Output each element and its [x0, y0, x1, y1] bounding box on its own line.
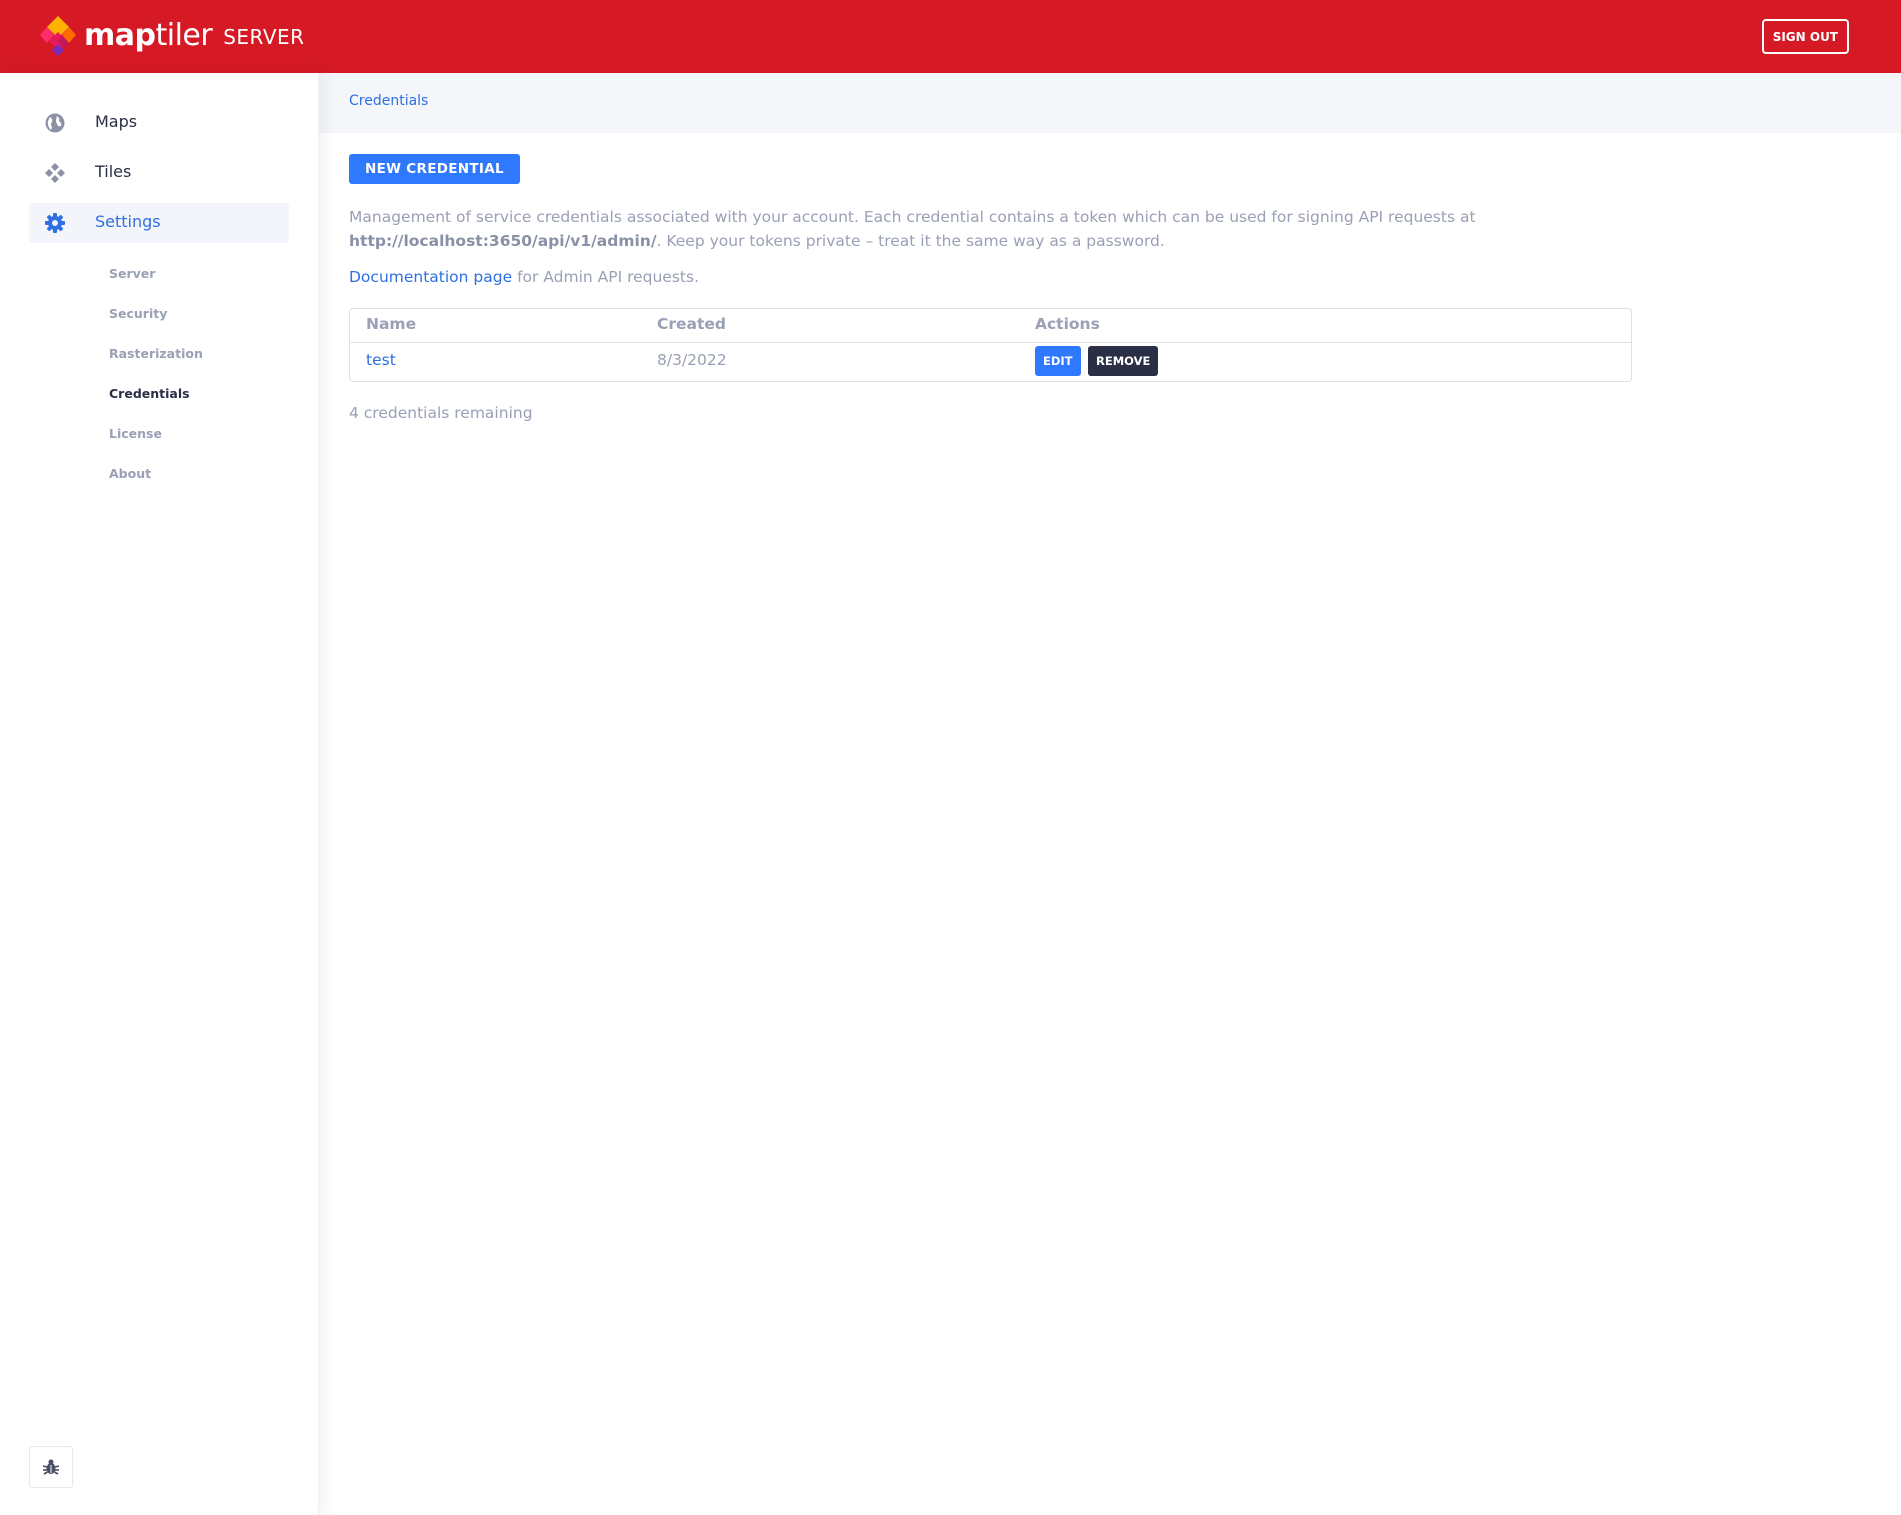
brand-product: SERVER — [223, 25, 305, 49]
sidebar-item-label: Tiles — [95, 162, 132, 181]
brand-name: maptiler — [84, 17, 213, 53]
admin-api-url: http://localhost:3650/api/v1/admin/ — [349, 232, 657, 250]
sidebar-item-settings[interactable]: Settings — [29, 203, 289, 243]
bug-icon — [42, 1459, 60, 1475]
sidebar-item-tiles[interactable]: Tiles — [29, 153, 289, 193]
globe-icon — [45, 113, 65, 133]
column-header-created: Created — [657, 315, 727, 333]
subnav-item-security[interactable]: Security — [109, 306, 167, 321]
credential-created-date: 8/3/2022 — [657, 351, 727, 369]
top-bar: maptiler SERVER SIGN OUT — [0, 0, 1901, 73]
subnav-item-license[interactable]: License — [109, 426, 162, 441]
credentials-table: Name Created Actions test 8/3/2022 EDIT … — [349, 308, 1632, 382]
sidebar-item-maps[interactable]: Maps — [29, 103, 289, 143]
description-tail: . Keep your tokens private – treat it th… — [656, 232, 1165, 250]
page-description: Management of service credentials associ… — [349, 205, 1479, 253]
new-credential-button[interactable]: NEW CREDENTIAL — [349, 154, 520, 184]
breadcrumb-credentials[interactable]: Credentials — [349, 93, 428, 109]
sidebar: Maps Tiles Settings Server Security Rast… — [0, 73, 319, 1515]
column-header-actions: Actions — [1035, 315, 1100, 333]
credentials-remaining: 4 credentials remaining — [349, 404, 533, 422]
maptiler-logo-icon — [40, 16, 76, 56]
documentation-link[interactable]: Documentation page — [349, 268, 512, 286]
divider — [350, 342, 1631, 343]
credential-name-link[interactable]: test — [366, 351, 396, 369]
description-text: Management of service credentials associ… — [349, 208, 1476, 226]
subnav-item-rasterization[interactable]: Rasterization — [109, 346, 203, 361]
remove-button[interactable]: REMOVE — [1088, 346, 1159, 376]
sidebar-item-label: Settings — [95, 212, 161, 231]
gear-icon — [45, 213, 65, 233]
edit-button[interactable]: EDIT — [1035, 346, 1081, 376]
subnav-item-credentials[interactable]: Credentials — [109, 386, 190, 401]
subnav-item-about[interactable]: About — [109, 466, 151, 481]
brand-logo[interactable]: maptiler SERVER — [38, 14, 305, 56]
tiles-icon — [45, 163, 65, 183]
documentation-line: Documentation page for Admin API request… — [349, 268, 699, 286]
documentation-tail: for Admin API requests. — [512, 268, 700, 286]
subnav-item-server[interactable]: Server — [109, 266, 155, 281]
sign-out-button[interactable]: SIGN OUT — [1761, 19, 1849, 54]
column-header-name: Name — [366, 315, 417, 333]
sidebar-item-label: Maps — [95, 112, 138, 131]
bug-report-button[interactable] — [29, 1446, 73, 1488]
breadcrumb: Credentials — [319, 73, 1901, 133]
